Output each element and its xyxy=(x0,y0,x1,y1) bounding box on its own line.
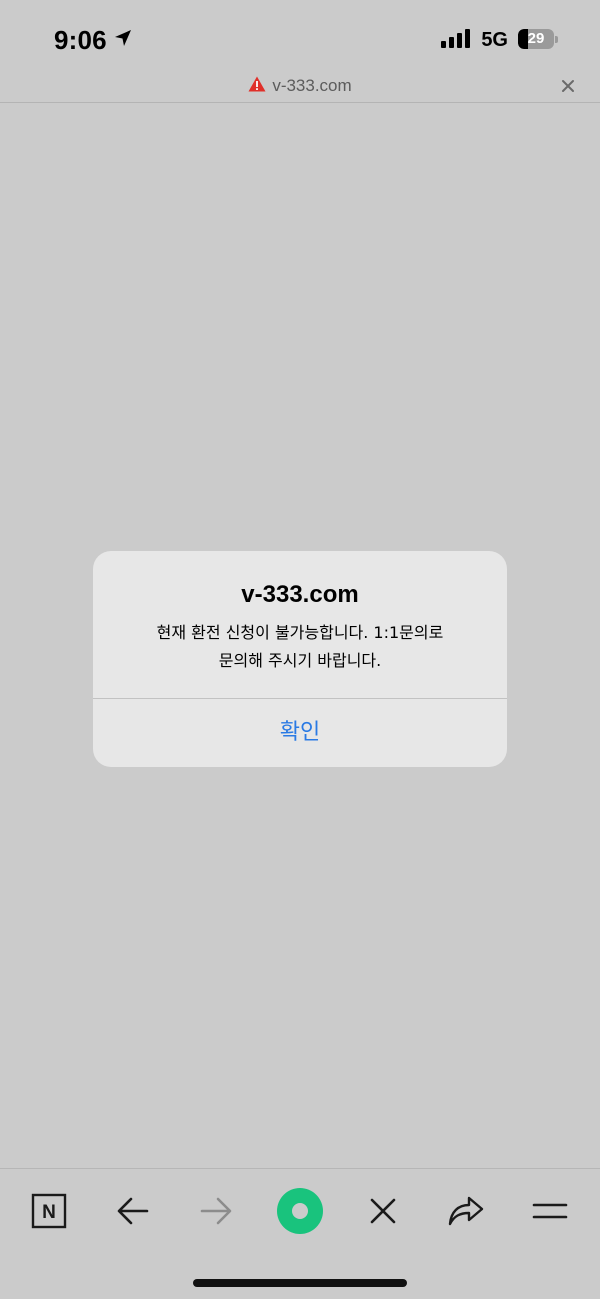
close-x-icon[interactable] xyxy=(353,1186,413,1236)
warning-triangle-icon xyxy=(248,76,266,96)
alert-message-line-1: 현재 환전 신청이 불가능합니다. 1:1문의로 xyxy=(156,623,444,642)
battery-icon: 29 xyxy=(518,29,558,51)
status-time-group: 9:06 xyxy=(54,24,133,56)
url-bar: v-333.com xyxy=(0,70,600,103)
close-icon[interactable] xyxy=(558,76,578,96)
menu-icon[interactable] xyxy=(520,1186,580,1236)
share-icon[interactable] xyxy=(436,1186,496,1236)
signal-bars-icon xyxy=(441,28,471,52)
forward-arrow-icon[interactable] xyxy=(186,1186,246,1236)
location-arrow-icon xyxy=(113,28,133,52)
green-dot-icon[interactable] xyxy=(270,1186,330,1236)
status-right-group: 5G 29 xyxy=(441,26,558,54)
battery-percent: 29 xyxy=(527,30,545,47)
alert-title: v-333.com xyxy=(241,581,359,608)
alert-message: 현재 환전 신청이 불가능합니다. 1:1문의로 문의해 주시기 바랍니다. xyxy=(113,619,487,675)
svg-text:N: N xyxy=(42,1202,56,1223)
url-display[interactable]: v-333.com xyxy=(0,74,600,98)
status-time: 9:06 xyxy=(54,24,107,55)
status-bar: 9:06 5G 29 xyxy=(0,0,600,72)
back-arrow-icon[interactable] xyxy=(103,1186,163,1236)
confirm-button[interactable]: 확인 xyxy=(93,699,507,767)
bottom-toolbar: N xyxy=(0,1168,600,1299)
alert-message-line-2: 문의해 주시기 바랍니다. xyxy=(218,651,382,670)
home-indicator[interactable] xyxy=(193,1279,407,1287)
alert-dialog: v-333.com 현재 환전 신청이 불가능합니다. 1:1문의로 문의해 주… xyxy=(93,551,507,767)
url-text: v-333.com xyxy=(272,76,352,95)
naver-logo-icon[interactable]: N xyxy=(19,1186,79,1236)
network-type: 5G xyxy=(481,28,508,51)
